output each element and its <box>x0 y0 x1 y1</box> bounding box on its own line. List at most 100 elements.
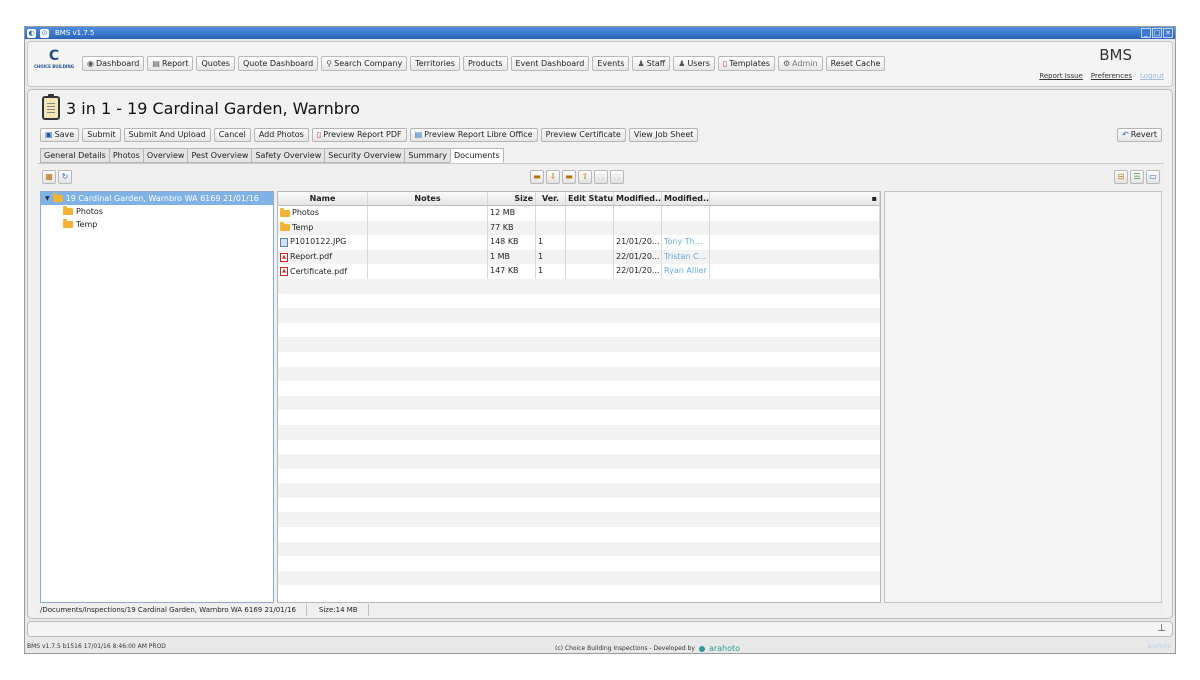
table-row[interactable]: Temp 77 KB <box>278 220 880 236</box>
nav-quote-dashboard-button[interactable]: Quote Dashboard <box>237 56 319 71</box>
tree-node-temp[interactable]: Temp <box>41 218 273 231</box>
nav-search-company-button[interactable]: ⚲ Search Company <box>321 56 408 71</box>
folder-icon <box>63 219 73 228</box>
users-icon: ♟ <box>678 59 686 68</box>
cell-size: 148 KB <box>488 235 536 250</box>
tab-summary[interactable]: Summary <box>404 148 450 163</box>
preview-certificate-button[interactable]: Preview Certificate <box>540 128 626 142</box>
column-notes[interactable]: Notes <box>368 192 488 205</box>
download-icon[interactable]: ⇩ <box>546 170 560 184</box>
preview-report-pdf-button[interactable]: ▯ Preview Report PDF <box>311 128 407 142</box>
submit-button[interactable]: Submit <box>82 128 121 142</box>
table-row[interactable]: P1010122.JPG 148 KB 1 21/01/20... Tony Th... <box>278 235 880 250</box>
preferences-link[interactable]: Preferences <box>1091 72 1132 80</box>
save-icon: ▣ <box>45 130 53 139</box>
cell-edit-status <box>566 249 614 265</box>
cell-name: Photos <box>278 206 368 221</box>
table-row <box>278 527 880 542</box>
cell-notes <box>368 235 488 250</box>
cancel-button[interactable]: Cancel <box>213 128 251 142</box>
current-path: /Documents/Inspections/19 Cardinal Garde… <box>40 604 307 616</box>
report-issue-link[interactable]: Report Issue <box>1039 72 1083 80</box>
cell-modified-date <box>614 220 662 236</box>
resize-grip-icon[interactable]: ⊥ <box>1157 623 1166 634</box>
cell-modified-by[interactable]: Tony Th... <box>662 235 710 250</box>
paste-icon[interactable]: ▢ <box>610 170 624 184</box>
tab-documents[interactable]: Documents <box>450 148 504 163</box>
nav-admin-button[interactable]: ⚙ Admin <box>777 56 823 71</box>
tree-node-photos[interactable]: Photos <box>41 205 273 218</box>
folder-icon <box>63 206 73 215</box>
upload-icon[interactable]: ⇧ <box>578 170 592 184</box>
nav-bar: ◉ Dashboard ▤ Report Quotes Quote Dashboar… <box>82 56 886 71</box>
cell-modified-date: 22/01/20... <box>614 249 662 265</box>
cell-modified-by[interactable]: Tristan C... <box>662 249 710 265</box>
column-version[interactable]: Ver. <box>536 192 566 205</box>
cell-size: 147 KB <box>488 264 536 279</box>
table-row[interactable]: ▲ Report.pdf 1 MB 1 22/01/20... Tristan C... <box>278 249 880 265</box>
tab-photos[interactable]: Photos <box>108 148 143 163</box>
tab-pest-overview[interactable]: Pest Overview <box>187 148 252 163</box>
logout-link[interactable]: Logout <box>1140 72 1164 80</box>
cell-notes <box>368 206 488 221</box>
table-row <box>278 498 880 513</box>
nav-users-button[interactable]: ♟ Users <box>673 56 715 71</box>
table-row <box>278 556 880 571</box>
table-row <box>278 512 880 528</box>
nav-products-button[interactable]: Products <box>462 56 508 71</box>
tab-overview[interactable]: Overview <box>142 148 188 163</box>
table-row <box>278 541 880 557</box>
column-modified-date[interactable]: Modified... <box>614 192 662 205</box>
nav-events-button[interactable]: Events <box>592 56 630 71</box>
preview-view-icon[interactable]: ▭ <box>1146 170 1160 184</box>
table-row <box>278 410 880 425</box>
tree-view-icon[interactable]: ⊟ <box>1114 170 1128 184</box>
total-size: Size:14 MB <box>319 604 369 616</box>
folder-icon[interactable]: ▬ <box>562 170 576 184</box>
table-row[interactable]: Photos 12 MB <box>278 206 880 221</box>
close-icon[interactable]: ✕ <box>1163 28 1173 38</box>
cell-size: 1 MB <box>488 249 536 265</box>
table-row[interactable]: ▲ Certificate.pdf 147 KB 1 22/01/20... Ryan A… <box>278 264 880 279</box>
column-size[interactable]: Size <box>488 192 536 205</box>
cell-modified-by[interactable] <box>662 220 710 236</box>
minimize-icon[interactable]: _ <box>1141 28 1151 38</box>
tab-security-overview[interactable]: Security Overview <box>324 148 405 163</box>
revert-button[interactable]: ↶ Revert <box>1117 128 1162 142</box>
refresh-icon[interactable]: ↻ <box>58 170 72 184</box>
cell-modified-by[interactable] <box>662 206 710 221</box>
nav-report-button[interactable]: ▤ Report <box>147 56 194 71</box>
open-folder-icon[interactable]: ▬ <box>530 170 544 184</box>
nav-templates-button[interactable]: ▯ Templates <box>717 56 775 71</box>
nav-reset-cache-button[interactable]: Reset Cache <box>825 56 886 71</box>
view-job-sheet-button[interactable]: View Job Sheet <box>628 128 699 142</box>
nav-territories-button[interactable]: Territories <box>410 56 460 71</box>
save-button[interactable]: ▣ Save <box>40 128 80 142</box>
table-row <box>278 454 880 469</box>
bottom-bar: ⊥ <box>27 621 1173 637</box>
copy-icon[interactable]: ▢ <box>594 170 608 184</box>
table-row <box>278 570 880 586</box>
nav-staff-button[interactable]: ♟ Staff <box>632 56 671 71</box>
cell-modified-by[interactable]: Ryan Allier <box>662 264 710 279</box>
app-menu-icon[interactable]: ◐ <box>27 28 36 38</box>
maximize-icon[interactable]: □ <box>1152 28 1162 38</box>
nav-dashboard-button[interactable]: ◉ Dashboard <box>82 56 145 71</box>
tab-safety-overview[interactable]: Safety Overview <box>251 148 325 163</box>
column-name[interactable]: Name <box>278 192 368 205</box>
nav-quotes-button[interactable]: Quotes <box>196 56 235 71</box>
column-chooser[interactable]: ▪ <box>710 192 880 205</box>
submit-and-upload-button[interactable]: Submit And Upload <box>123 128 211 142</box>
pdf-icon: ▯ <box>316 130 322 139</box>
list-view-icon[interactable]: ☰ <box>1130 170 1144 184</box>
column-modified-by[interactable]: Modified... <box>662 192 710 205</box>
new-folder-icon[interactable]: ▦ <box>42 170 56 184</box>
nav-event-dashboard-button[interactable]: Event Dashboard <box>510 56 590 71</box>
preview-libre-office-button[interactable]: ▤ Preview Report Libre Office <box>409 128 538 142</box>
cell-version: 1 <box>536 264 566 279</box>
tree-root-node[interactable]: ▼ 19 Cardinal Garden, Warnbro WA 6169 21… <box>41 192 273 205</box>
column-edit-status[interactable]: Edit Status <box>566 192 614 205</box>
expand-arrow-icon[interactable]: ▼ <box>45 192 50 205</box>
add-photos-button[interactable]: Add Photos <box>253 128 309 142</box>
tab-general-details[interactable]: General Details <box>40 148 109 163</box>
